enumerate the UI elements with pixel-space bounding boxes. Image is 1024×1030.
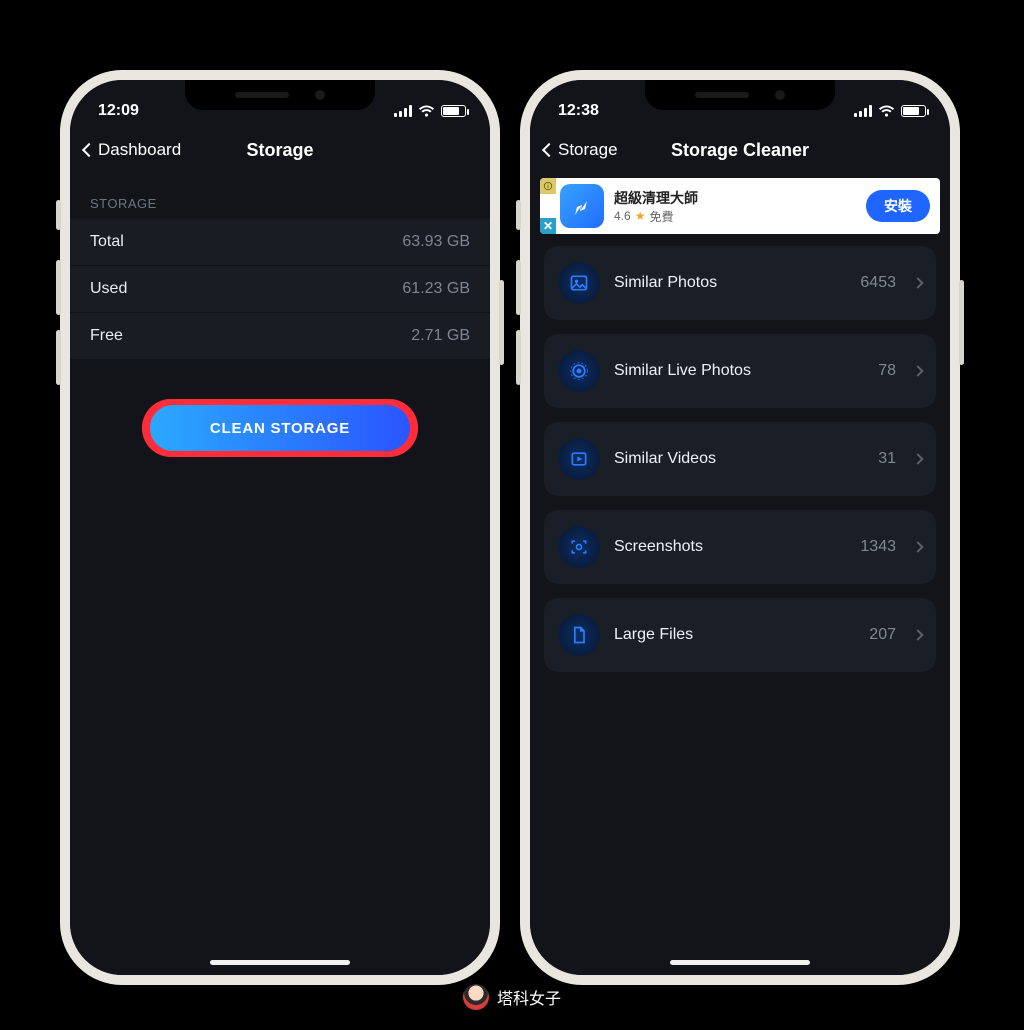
category-count: 31 (878, 450, 896, 468)
screenshot-icon (558, 526, 600, 568)
image-icon (558, 262, 600, 304)
clean-storage-label: CLEAN STORAGE (210, 420, 350, 437)
page-title: Storage (246, 140, 313, 161)
category-label: Similar Videos (614, 450, 864, 468)
phone-left: 12:09 Dashboard Storage STORAGE (60, 70, 500, 985)
category-large-files[interactable]: Large Files 207 (544, 598, 936, 672)
row-key: Used (90, 280, 127, 298)
ad-text: 超級清理大師 4.6 ★ 免費 (614, 188, 856, 225)
category-label: Large Files (614, 626, 855, 644)
star-icon: ★ (635, 209, 646, 223)
status-time: 12:38 (558, 102, 599, 120)
category-similar-photos[interactable]: Similar Photos 6453 (544, 246, 936, 320)
ad-close-button[interactable]: ✕ (540, 218, 556, 234)
clean-storage-button[interactable]: CLEAN STORAGE (150, 405, 410, 451)
section-header: STORAGE (70, 172, 490, 219)
watermark-avatar-icon (463, 984, 489, 1010)
ad-app-icon (560, 184, 604, 228)
wifi-icon (418, 105, 435, 118)
battery-icon (901, 105, 926, 117)
ad-price: 免費 (649, 208, 673, 225)
file-icon (558, 614, 600, 656)
chevron-right-icon (912, 277, 923, 288)
chevron-right-icon (912, 629, 923, 640)
category-count: 207 (869, 626, 896, 644)
screen-left: 12:09 Dashboard Storage STORAGE (70, 80, 490, 975)
storage-summary-list: Total 63.93 GB Used 61.23 GB Free 2.71 G… (70, 219, 490, 359)
mute-switch (516, 200, 521, 230)
back-button[interactable]: Dashboard (84, 128, 181, 172)
category-label: Similar Photos (614, 274, 846, 292)
category-count: 6453 (860, 274, 896, 292)
category-label: Screenshots (614, 538, 846, 556)
watermark: 塔科女子 (463, 984, 561, 1010)
category-label: Similar Live Photos (614, 362, 864, 380)
chevron-right-icon (912, 453, 923, 464)
back-label: Storage (558, 140, 618, 160)
ad-rating: 4.6 (614, 209, 631, 223)
live-photo-icon (558, 350, 600, 392)
home-indicator[interactable] (210, 960, 350, 965)
watermark-text: 塔科女子 (497, 985, 561, 1009)
chevron-right-icon (912, 365, 923, 376)
volume-up-button (56, 260, 61, 315)
navbar: Storage Storage Cleaner (530, 128, 950, 172)
navbar: Dashboard Storage (70, 128, 490, 172)
ad-info-icon[interactable] (540, 178, 556, 194)
volume-up-button (516, 260, 521, 315)
row-key: Free (90, 327, 123, 345)
power-button (959, 280, 964, 365)
row-value: 2.71 GB (411, 327, 470, 345)
ad-cta-label: 安裝 (884, 198, 912, 214)
notch (645, 80, 835, 110)
volume-down-button (516, 330, 521, 385)
category-similar-videos[interactable]: Similar Videos 31 (544, 422, 936, 496)
row-key: Total (90, 233, 124, 251)
ad-banner[interactable]: ✕ 超級清理大師 4.6 ★ 免費 安裝 (540, 178, 940, 234)
storage-row-free: Free 2.71 GB (70, 313, 490, 359)
video-icon (558, 438, 600, 480)
phone-right: 12:38 Storage Storage Cleaner (520, 70, 960, 985)
ad-install-button[interactable]: 安裝 (866, 190, 930, 222)
cleaner-categories: Similar Photos 6453 Similar Live Photos … (530, 246, 950, 672)
category-similar-live-photos[interactable]: Similar Live Photos 78 (544, 334, 936, 408)
back-button[interactable]: Storage (544, 128, 618, 172)
close-icon: ✕ (543, 219, 553, 233)
notch (185, 80, 375, 110)
volume-down-button (56, 330, 61, 385)
storage-row-total: Total 63.93 GB (70, 219, 490, 266)
battery-icon (441, 105, 466, 117)
storage-row-used: Used 61.23 GB (70, 266, 490, 313)
ad-title: 超級清理大師 (614, 188, 856, 208)
status-time: 12:09 (98, 102, 139, 120)
chevron-left-icon (542, 143, 556, 157)
power-button (499, 280, 504, 365)
cellular-signal-icon (394, 105, 412, 117)
row-value: 63.93 GB (402, 233, 470, 251)
chevron-left-icon (82, 143, 96, 157)
category-count: 1343 (860, 538, 896, 556)
wifi-icon (878, 105, 895, 118)
row-value: 61.23 GB (402, 280, 470, 298)
page-title: Storage Cleaner (671, 140, 809, 161)
screen-right: 12:38 Storage Storage Cleaner (530, 80, 950, 975)
category-screenshots[interactable]: Screenshots 1343 (544, 510, 936, 584)
chevron-right-icon (912, 541, 923, 552)
home-indicator[interactable] (670, 960, 810, 965)
category-count: 78 (878, 362, 896, 380)
mute-switch (56, 200, 61, 230)
cellular-signal-icon (854, 105, 872, 117)
back-label: Dashboard (98, 140, 181, 160)
annotation-highlight: CLEAN STORAGE (142, 399, 418, 457)
